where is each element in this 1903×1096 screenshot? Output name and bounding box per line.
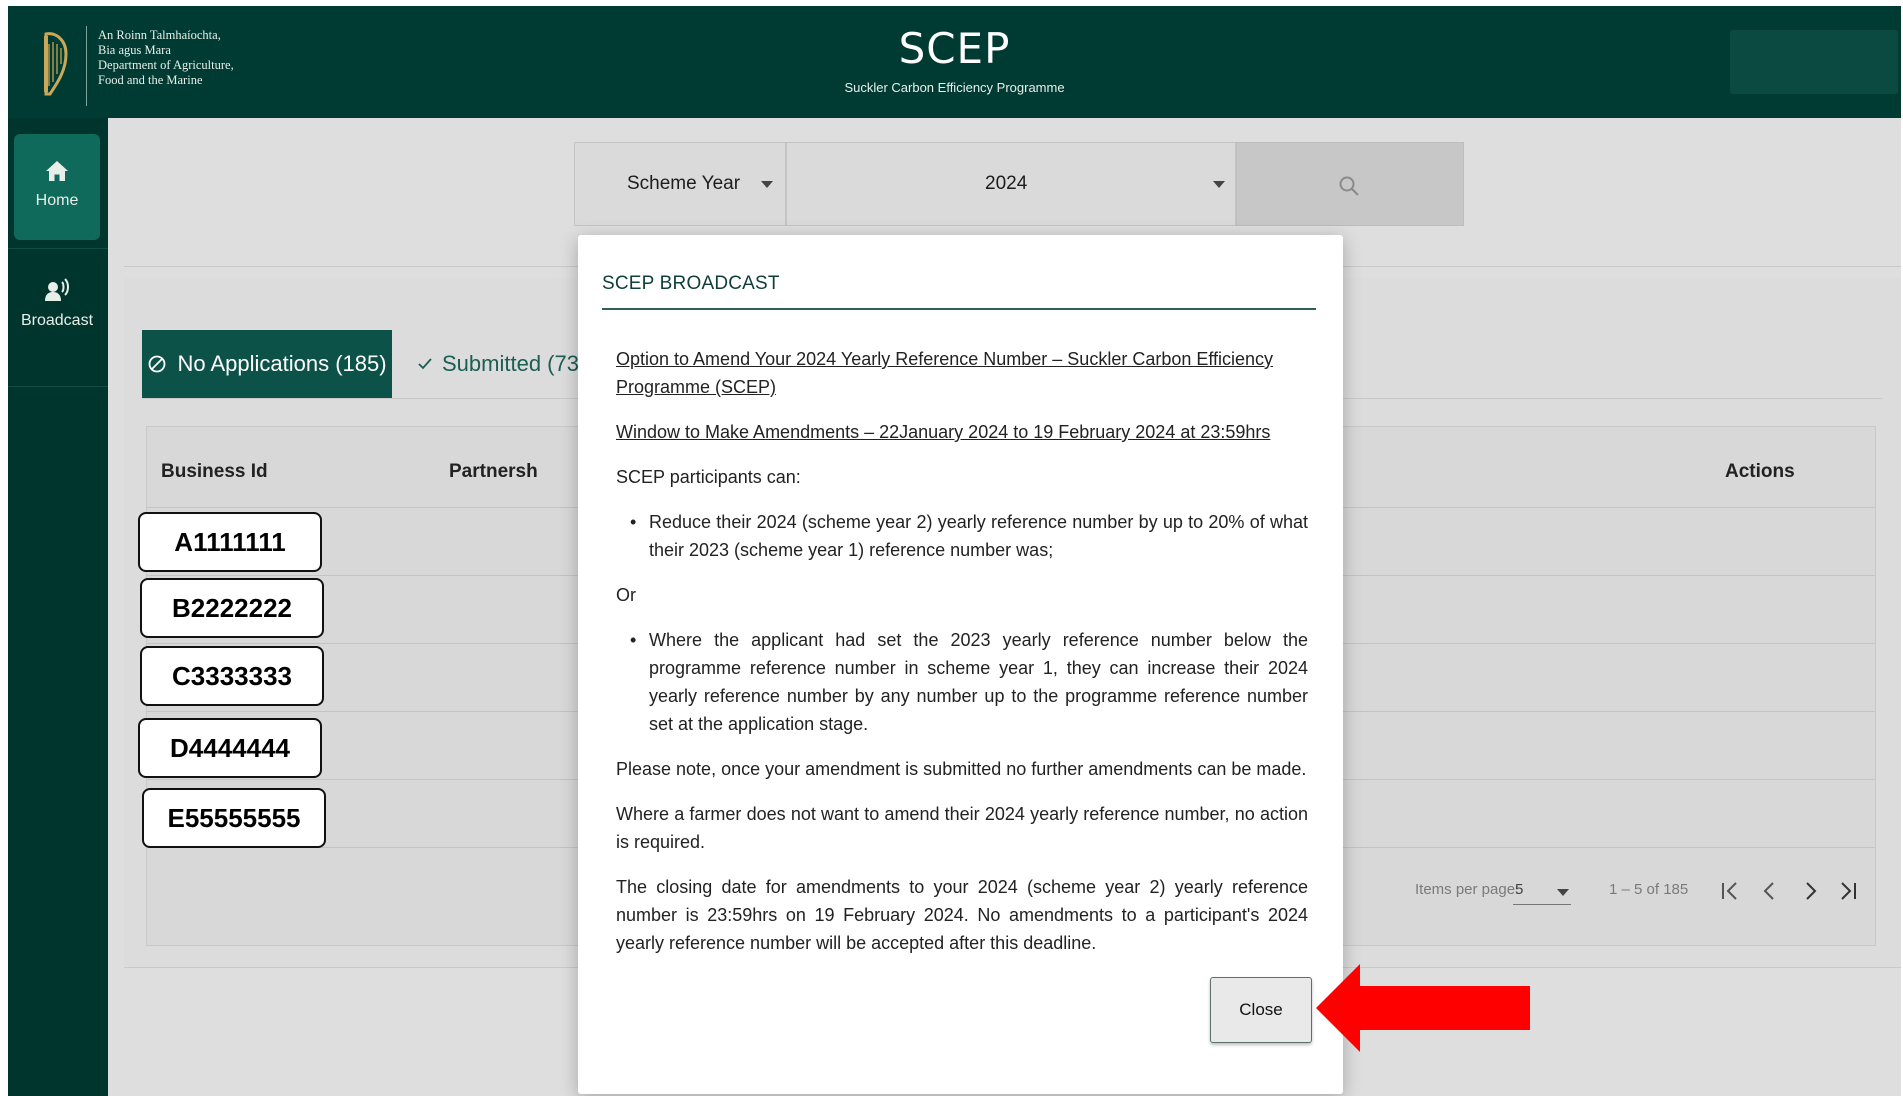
- modal-title: SCEP BROADCAST: [602, 273, 780, 294]
- modal-body: Option to Amend Your 2024 Yearly Referen…: [616, 345, 1308, 974]
- chevron-down-icon: [1557, 889, 1569, 896]
- block-icon: [149, 355, 166, 373]
- search-button[interactable]: [1236, 142, 1464, 226]
- pagination-range: 1 – 5 of 185: [1609, 881, 1689, 898]
- option-list: Reduce their 2024 (scheme year 2) yearly…: [616, 508, 1308, 564]
- amendment-window: Window to Make Amendments – 22January 20…: [616, 422, 1271, 442]
- business-id-callout: C3333333: [140, 646, 324, 706]
- sidebar: Home Broadcast: [8, 118, 108, 1096]
- app-title: SCEP: [898, 24, 1011, 73]
- app-subtitle: Suckler Carbon Efficiency Programme: [844, 80, 1065, 95]
- intro-text: SCEP participants can:: [616, 467, 801, 487]
- list-item: Reduce their 2024 (scheme year 2) yearly…: [616, 508, 1308, 564]
- tab-no-applications[interactable]: No Applications (185): [142, 330, 392, 398]
- last-page-icon[interactable]: [1837, 879, 1859, 903]
- or-text: Or: [616, 585, 636, 605]
- sidebar-item-label: Home: [35, 192, 79, 209]
- next-page-icon[interactable]: [1799, 879, 1821, 903]
- items-per-page-select[interactable]: 5: [1513, 877, 1571, 905]
- note-text: Please note, once your amendment is subm…: [616, 759, 1307, 779]
- year-value: 2024: [985, 173, 1028, 194]
- option-list: Where the applicant had set the 2023 yea…: [616, 626, 1308, 738]
- business-id-callout: E55555555: [142, 788, 326, 848]
- header-user-box[interactable]: [1730, 30, 1898, 94]
- items-per-page-value: 5: [1515, 881, 1524, 898]
- tab-submitted[interactable]: Submitted (73): [416, 330, 586, 398]
- chevron-down-icon: [761, 181, 773, 188]
- filter-bar: Scheme Year 2024: [574, 142, 1464, 226]
- home-icon: [46, 161, 68, 181]
- scheme-year-select[interactable]: Scheme Year: [574, 142, 786, 226]
- check-icon: [418, 358, 432, 370]
- column-header-partnership: Partnersh: [449, 461, 538, 482]
- closing-date-text: The closing date for amendments to your …: [616, 877, 1308, 953]
- sidebar-item-broadcast[interactable]: Broadcast: [14, 254, 100, 360]
- sidebar-divider: [8, 386, 108, 387]
- broadcast-heading: Option to Amend Your 2024 Yearly Referen…: [616, 349, 1274, 397]
- items-per-page-label: Items per page:: [1415, 881, 1520, 898]
- business-id-callout: D4444444: [138, 718, 322, 778]
- close-button[interactable]: Close: [1210, 977, 1312, 1043]
- previous-page-icon[interactable]: [1759, 879, 1781, 903]
- app-header: An Roinn Talmhaíochta, Bia agus Mara Dep…: [8, 6, 1901, 118]
- arrow-pointer-icon: [1316, 964, 1530, 1052]
- year-select[interactable]: 2024: [786, 142, 1236, 226]
- sidebar-divider: [8, 248, 108, 249]
- column-header-business-id: Business Id: [161, 461, 268, 482]
- modal-title-divider: [602, 308, 1316, 310]
- broadcast-icon: [45, 278, 69, 301]
- column-header-actions: Actions: [1725, 461, 1795, 482]
- sidebar-item-label: Broadcast: [20, 312, 94, 329]
- business-id-callout: A1111111: [138, 512, 322, 572]
- no-action-text: Where a farmer does not want to amend th…: [616, 804, 1308, 852]
- tab-label: No Applications (185): [177, 351, 387, 376]
- business-id-callout: B2222222: [140, 578, 324, 638]
- scheme-year-label: Scheme Year: [627, 173, 741, 194]
- broadcast-modal: SCEP BROADCAST Option to Amend Your 2024…: [578, 235, 1343, 1094]
- search-icon: [1339, 176, 1359, 196]
- first-page-icon[interactable]: [1719, 879, 1741, 903]
- sidebar-item-home[interactable]: Home: [14, 134, 100, 240]
- list-item: Where the applicant had set the 2023 yea…: [616, 626, 1308, 738]
- tab-label: Submitted (73): [442, 351, 587, 376]
- chevron-down-icon: [1213, 181, 1225, 188]
